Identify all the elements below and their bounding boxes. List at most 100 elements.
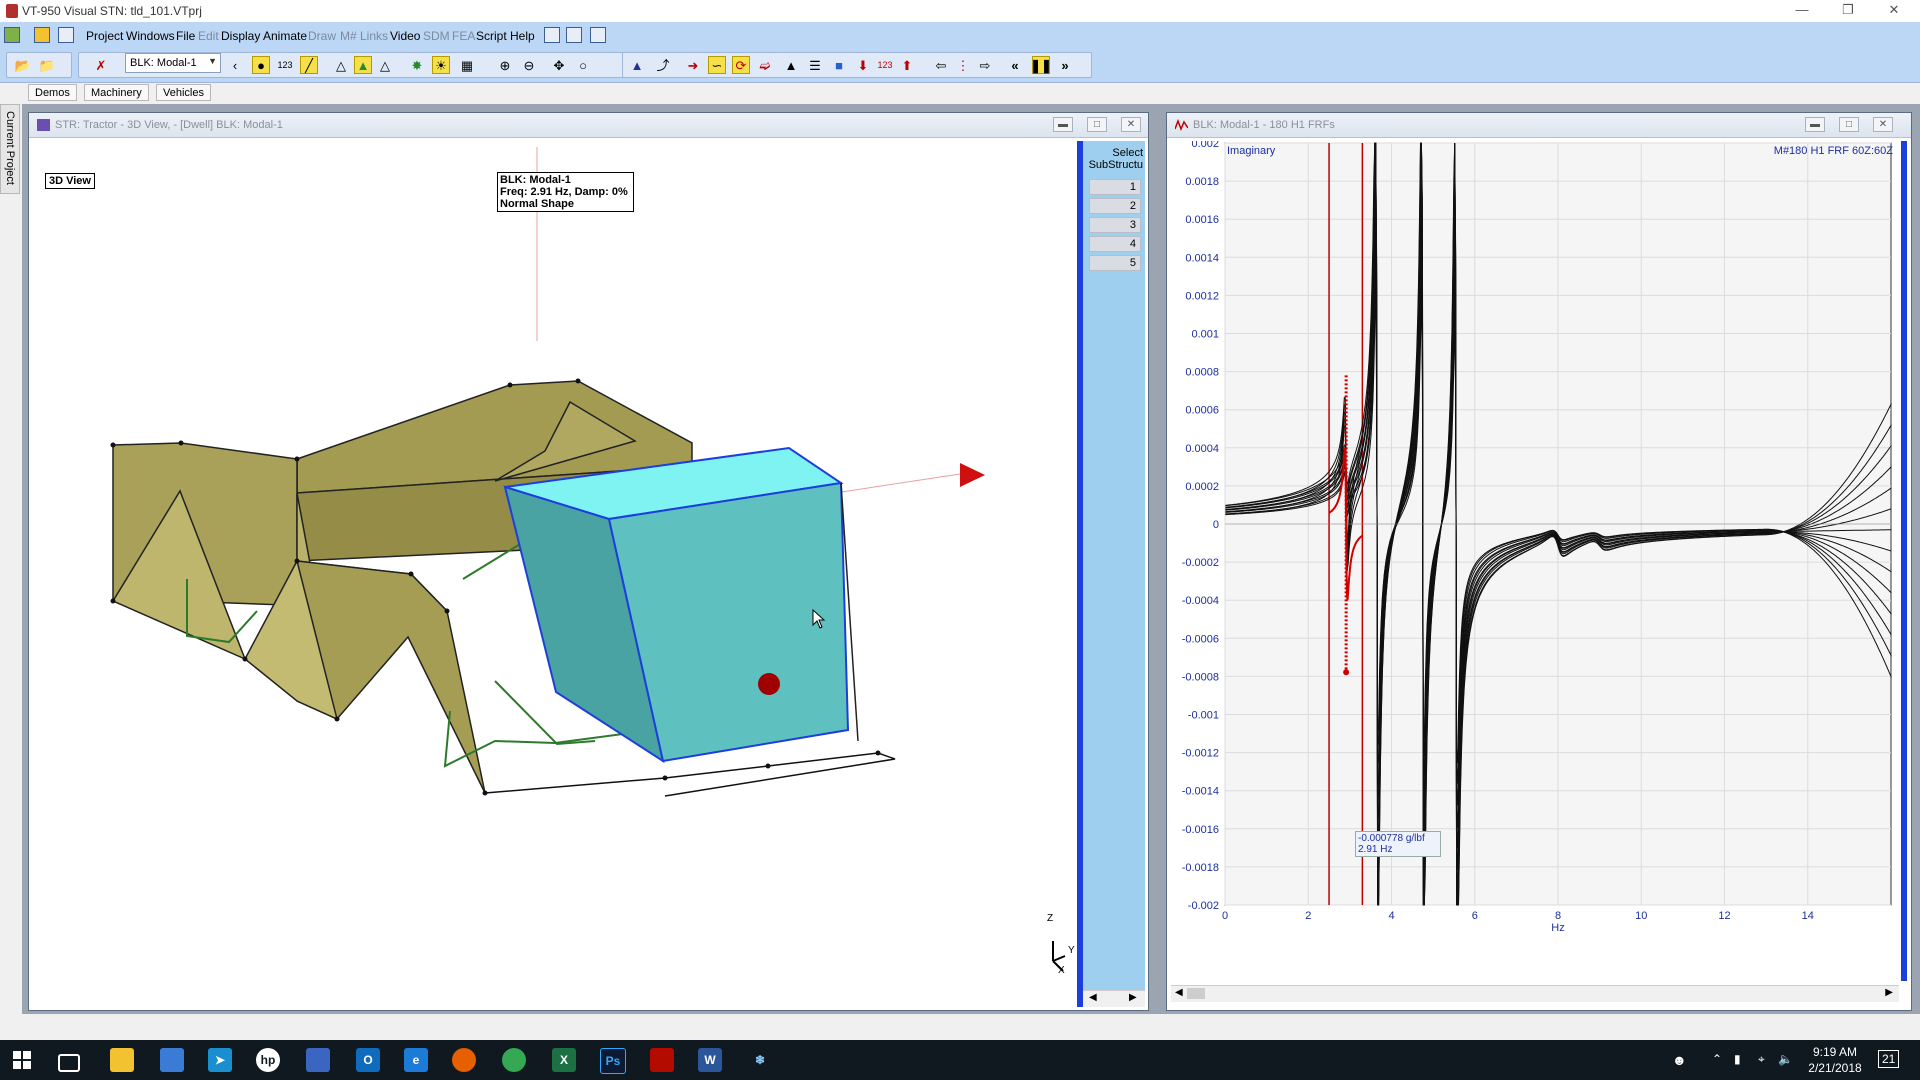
shape-icon[interactable]: ▲: [628, 56, 646, 74]
menu-script[interactable]: Script: [476, 29, 507, 43]
frf-scrollbar[interactable]: ◀ ▶: [1171, 985, 1899, 1002]
pan-icon[interactable]: ✥: [550, 56, 568, 74]
menu-draw[interactable]: Draw: [308, 29, 336, 43]
dwell-icon[interactable]: ∽: [708, 56, 726, 74]
animate-icon[interactable]: ⟳: [732, 56, 750, 74]
project-icon[interactable]: [4, 27, 20, 43]
menu-fea[interactable]: FEA: [452, 29, 475, 43]
grid-icon[interactable]: [58, 27, 74, 43]
layout-icon[interactable]: [34, 27, 50, 43]
file-explorer-icon[interactable]: [110, 1048, 134, 1072]
frf-maximize-button[interactable]: □: [1839, 117, 1859, 132]
excel-icon[interactable]: X: [552, 1048, 576, 1072]
store-icon[interactable]: [160, 1048, 184, 1072]
close-window-button[interactable]: ✕: [1872, 0, 1916, 22]
network-icon[interactable]: ⌖: [1758, 1052, 1765, 1067]
open-folder-icon[interactable]: 📂: [14, 56, 32, 74]
save-icon[interactable]: [544, 27, 560, 43]
up-arrow-icon[interactable]: ⬆: [898, 56, 916, 74]
notifications-icon[interactable]: 21: [1878, 1050, 1900, 1068]
number-points-icon[interactable]: 123: [276, 56, 294, 74]
windows-start-icon[interactable]: [10, 1048, 34, 1072]
scroll-right-icon[interactable]: ▶: [1885, 987, 1893, 998]
view3d-close-button[interactable]: ✕: [1121, 117, 1141, 132]
view3d-maximize-button[interactable]: □: [1087, 117, 1107, 132]
menu-sdm[interactable]: SDM: [423, 29, 450, 43]
sweep-icon[interactable]: ➜: [684, 56, 702, 74]
list-icon[interactable]: ☰: [806, 56, 824, 74]
restore-window-button[interactable]: ❐: [1826, 0, 1870, 22]
people-icon[interactable]: ☻: [1672, 1052, 1687, 1068]
menu-edit[interactable]: Edit: [198, 29, 219, 43]
tab-vehicles[interactable]: Vehicles: [156, 84, 211, 101]
previous-shape-icon[interactable]: ‹: [226, 56, 244, 74]
frf-titlebar[interactable]: BLK: Modal-1 - 180 H1 FRFs ▬ □ ✕: [1167, 113, 1911, 138]
vt-app-icon[interactable]: ➤: [208, 1048, 232, 1072]
fast-forward-icon[interactable]: »: [1056, 56, 1074, 74]
scroll-left-icon[interactable]: ◀: [1175, 987, 1183, 998]
color-bar-icon[interactable]: ■: [830, 56, 848, 74]
sun-icon[interactable]: ☀: [432, 56, 450, 74]
menu-project[interactable]: Project: [86, 29, 123, 43]
hp-icon[interactable]: hp: [256, 1048, 280, 1072]
acrobat-icon[interactable]: [650, 1048, 674, 1072]
down-arrow-icon[interactable]: ⬇: [854, 56, 872, 74]
outlook-icon[interactable]: O: [356, 1048, 380, 1072]
contour-icon[interactable]: ▲: [782, 56, 800, 74]
settings-app-icon[interactable]: ❄: [748, 1048, 772, 1072]
left-arrow-icon[interactable]: ⇦: [932, 56, 950, 74]
battery-icon[interactable]: ▮: [1734, 1052, 1741, 1066]
shape-type-icon[interactable]: ✗: [92, 56, 110, 74]
zoom-in-icon[interactable]: ⊕: [496, 56, 514, 74]
animate-mode-icon[interactable]: ⤴: [654, 56, 672, 74]
open-project-icon[interactable]: 📁: [38, 56, 56, 74]
options-icon[interactable]: ⋮: [954, 56, 972, 74]
right-arrow-icon[interactable]: ⇨: [976, 56, 994, 74]
shape-select[interactable]: BLK: Modal-1 ▼: [125, 53, 221, 73]
volume-icon[interactable]: 🔈: [1778, 1052, 1793, 1066]
menu-file[interactable]: File: [176, 29, 195, 43]
menu-windows[interactable]: Windows: [126, 29, 175, 43]
menu-video[interactable]: Video: [390, 29, 420, 43]
contacts-icon[interactable]: [306, 1048, 330, 1072]
firefox-icon[interactable]: [452, 1048, 476, 1072]
surface-icon[interactable]: △: [376, 56, 394, 74]
chrome-icon[interactable]: [502, 1048, 526, 1072]
menu-display[interactable]: Display: [221, 29, 260, 43]
pause-icon[interactable]: ❚❚: [1030, 56, 1052, 74]
tab-demos[interactable]: Demos: [28, 84, 77, 101]
view3d-titlebar[interactable]: STR: Tractor - 3D View, - [Dwell] BLK: M…: [29, 113, 1148, 138]
menu-animate[interactable]: Animate: [263, 29, 307, 43]
current-project-tab[interactable]: Current Project: [0, 104, 20, 194]
menu-help[interactable]: Help: [510, 29, 535, 43]
frf-close-button[interactable]: ✕: [1873, 117, 1893, 132]
frf-plot[interactable]: 0.002 0.0018 0.0016 0.0014 0.0012 0.001 0.0008…: [1171, 138, 1899, 976]
window-tile-icon[interactable]: [566, 27, 582, 43]
zoom-out-icon[interactable]: ⊖: [520, 56, 538, 74]
menu-m-links[interactable]: M# Links: [340, 29, 388, 43]
rewind-icon[interactable]: «: [1006, 56, 1024, 74]
scroll-thumb[interactable]: [1187, 988, 1205, 999]
exit-icon[interactable]: [590, 27, 606, 43]
line-icon[interactable]: ╱: [300, 56, 318, 74]
tab-machinery[interactable]: Machinery: [84, 84, 149, 101]
vector-icon[interactable]: ➫: [756, 56, 774, 74]
grid-view-icon[interactable]: ▦: [458, 56, 476, 74]
substructure-row[interactable]: 2: [1089, 198, 1141, 214]
edge-icon[interactable]: e: [404, 1048, 428, 1072]
photoshop-icon[interactable]: Ps: [600, 1048, 626, 1074]
scroll-left-icon[interactable]: ◀: [1089, 992, 1097, 1003]
substructure-row[interactable]: 5: [1089, 255, 1141, 271]
substructure-row[interactable]: 3: [1089, 217, 1141, 233]
show-hidden-icons-icon[interactable]: ⌃: [1712, 1052, 1722, 1066]
view3d-canvas[interactable]: Z Y X 3D View BLK: Modal-1 Freq: 2.91 Hz…: [35, 141, 1078, 1007]
triangle-outline-icon[interactable]: △: [332, 56, 350, 74]
task-view-icon[interactable]: [58, 1054, 80, 1072]
word-icon[interactable]: W: [698, 1048, 722, 1072]
number-icon[interactable]: 123: [876, 56, 894, 74]
frf-minimize-button[interactable]: ▬: [1805, 117, 1825, 132]
rotate-icon[interactable]: ○: [574, 56, 592, 74]
explode-icon[interactable]: ✸: [408, 56, 426, 74]
minimize-window-button[interactable]: —: [1780, 0, 1824, 22]
taskbar-clock[interactable]: 9:19 AM 2/21/2018: [1800, 1044, 1870, 1076]
